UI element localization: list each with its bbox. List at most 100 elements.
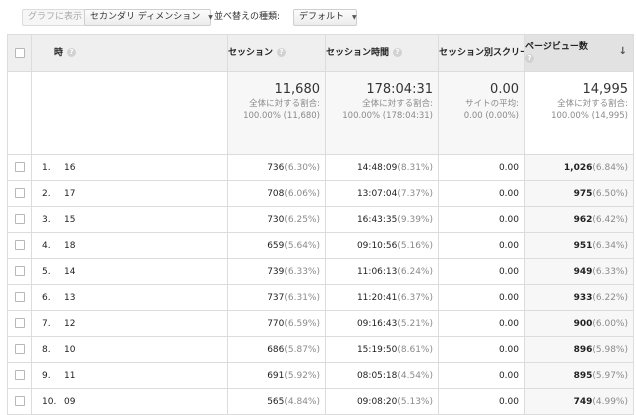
table-row[interactable]: 3. 15 730(6.25%) 16:43:35(9.39%) 0.00 962(6.4…: [7, 206, 634, 233]
hour-value[interactable]: 12: [64, 319, 75, 329]
sessions-percent: (5.87%): [284, 344, 320, 355]
row-rank: 2.: [42, 188, 51, 199]
pageviews-cell: 900(6.00%): [524, 310, 634, 337]
duration-cell: 14:48:09(8.31%): [325, 154, 439, 181]
table-row[interactable]: 6. 13 737(6.31%) 11:20:41(6.37%) 0.00 933(6.2…: [7, 284, 634, 311]
column-header-session-duration[interactable]: セッション時間?: [325, 34, 439, 72]
table-row[interactable]: 2. 17 708(6.06%) 13:07:04(7.37%) 0.00 975(6.5…: [7, 180, 634, 207]
screens-cell: 0.00: [438, 388, 525, 415]
screens-value: 0.00: [498, 266, 519, 277]
table-row[interactable]: 4. 18 659(5.64%) 09:10:56(5.16%) 0.00 951(6.3…: [7, 232, 634, 259]
help-icon[interactable]: ?: [525, 54, 534, 63]
row-checkbox[interactable]: [14, 370, 25, 381]
chevron-down-icon: ▼: [352, 14, 357, 21]
help-icon[interactable]: ?: [277, 48, 287, 57]
duration-cell: 13:07:04(7.37%): [325, 180, 439, 207]
duration-percent: (6.37%): [397, 292, 433, 303]
row-checkbox-cell: [7, 206, 32, 233]
screens-value: 0.00: [498, 318, 519, 329]
sessions-value: 739: [267, 266, 285, 277]
row-rank: 3.: [42, 214, 51, 225]
pageviews-percent: (4.99%): [592, 396, 628, 407]
hour-value[interactable]: 15: [64, 215, 75, 225]
sessions-percent: (4.84%): [284, 396, 320, 407]
row-checkbox-cell: [7, 362, 32, 389]
pageviews-value: 949: [573, 266, 593, 277]
sort-type-dropdown[interactable]: デフォルト ▼: [293, 9, 357, 26]
row-checkbox-cell: [7, 336, 32, 363]
table-row[interactable]: 9. 11 691(5.92%) 08:05:18(4.54%) 0.00 895(5.9…: [7, 362, 634, 389]
column-header-hour[interactable]: 時?: [31, 34, 228, 72]
pageviews-cell: 951(6.34%): [524, 232, 634, 259]
pageviews-cell: 895(5.97%): [524, 362, 634, 389]
duration-percent: (5.16%): [397, 240, 433, 251]
pageviews-percent: (5.97%): [592, 370, 628, 381]
pageviews-value: 951: [573, 240, 593, 251]
table-row[interactable]: 5. 14 739(6.33%) 11:06:13(6.24%) 0.00 949(6.3…: [7, 258, 634, 285]
row-checkbox[interactable]: [14, 344, 25, 355]
pageviews-value: 896: [573, 344, 593, 355]
sessions-cell: 739(6.33%): [227, 258, 326, 285]
hour-value[interactable]: 14: [64, 267, 75, 277]
pageviews-percent: (5.98%): [592, 344, 628, 355]
sessions-value: 730: [267, 214, 285, 225]
row-rank: 4.: [42, 240, 51, 251]
table-row[interactable]: 8. 10 686(5.87%) 15:19:50(8.61%) 0.00 896(5.9…: [7, 336, 634, 363]
pageviews-value: 749: [573, 396, 593, 407]
duration-percent: (6.24%): [397, 266, 433, 277]
row-checkbox[interactable]: [14, 396, 25, 407]
row-checkbox[interactable]: [14, 240, 25, 251]
help-icon[interactable]: ?: [393, 48, 403, 57]
duration-value: 16:43:35: [356, 214, 398, 225]
hour-value[interactable]: 09: [64, 397, 75, 407]
duration-value: 11:06:13: [356, 266, 398, 277]
column-header-screens-per-session[interactable]: セッション別スクリーン数?: [438, 34, 525, 72]
pageviews-cell: 896(5.98%): [524, 336, 634, 363]
show-in-graph-button[interactable]: グラフに表示: [22, 9, 89, 26]
sort-type-value: デフォルト: [299, 12, 345, 22]
sessions-value: 565: [267, 396, 285, 407]
row-checkbox[interactable]: [14, 162, 25, 173]
row-rank: 8.: [42, 344, 51, 355]
duration-cell: 08:05:18(4.54%): [325, 362, 439, 389]
sessions-cell: 686(5.87%): [227, 336, 326, 363]
row-rank: 7.: [42, 318, 51, 329]
duration-percent: (7.37%): [397, 188, 433, 199]
table-row[interactable]: 10. 09 565(4.84%) 09:08:20(5.13%) 0.00 749(4.…: [7, 388, 634, 415]
duration-percent: (5.21%): [397, 318, 433, 329]
select-all-checkbox[interactable]: [14, 47, 25, 58]
table-row[interactable]: 1. 16 736(6.30%) 14:48:09(8.31%) 0.00 1,026(6…: [7, 154, 634, 181]
hour-value[interactable]: 13: [64, 293, 75, 303]
help-icon[interactable]: ?: [67, 48, 77, 57]
hour-value[interactable]: 16: [64, 163, 75, 173]
hour-value[interactable]: 17: [64, 189, 75, 199]
row-checkbox[interactable]: [14, 188, 25, 199]
chevron-down-icon: ▼: [208, 14, 213, 21]
duration-cell: 16:43:35(9.39%): [325, 206, 439, 233]
row-checkbox[interactable]: [14, 214, 25, 225]
sessions-cell: 730(6.25%): [227, 206, 326, 233]
hour-value[interactable]: 11: [64, 371, 75, 381]
duration-cell: 15:19:50(8.61%): [325, 336, 439, 363]
column-header-sessions[interactable]: セッション?: [227, 34, 326, 72]
screens-value: 0.00: [498, 188, 519, 199]
hour-cell: 5. 14: [31, 258, 228, 285]
pageviews-percent: (6.84%): [592, 162, 628, 173]
pageviews-cell: 749(4.99%): [524, 388, 634, 415]
hour-value[interactable]: 10: [64, 345, 75, 355]
column-header-pageviews[interactable]: ページビュー数? ↓: [524, 34, 634, 72]
row-checkbox[interactable]: [14, 266, 25, 277]
sessions-cell: 737(6.31%): [227, 284, 326, 311]
screens-cell: 0.00: [438, 232, 525, 259]
row-checkbox-cell: [7, 180, 32, 207]
screens-cell: 0.00: [438, 310, 525, 337]
secondary-dimension-dropdown[interactable]: セカンダリ ディメンション ▼: [84, 9, 213, 26]
hour-cell: 1. 16: [31, 154, 228, 181]
hour-cell: 6. 13: [31, 284, 228, 311]
row-checkbox[interactable]: [14, 318, 25, 329]
row-checkbox[interactable]: [14, 292, 25, 303]
hour-cell: 3. 15: [31, 206, 228, 233]
duration-value: 09:10:56: [356, 240, 398, 251]
hour-value[interactable]: 18: [64, 241, 75, 251]
table-row[interactable]: 7. 12 770(6.59%) 09:16:43(5.21%) 0.00 900(6.0…: [7, 310, 634, 337]
